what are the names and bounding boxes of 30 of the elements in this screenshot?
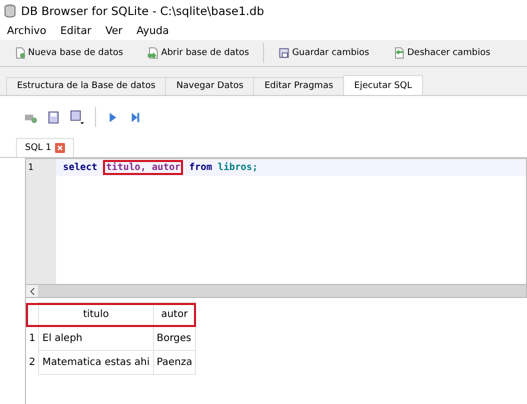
open-file-icon — [147, 47, 160, 59]
toolbar-button[interactable]: Deshacer cambios — [391, 45, 492, 61]
toolbar-button[interactable]: Nueva base de datos — [12, 45, 126, 61]
editor-tab[interactable]: SQL 1 — [16, 138, 74, 157]
save-icon — [278, 47, 290, 59]
undo-icon — [393, 47, 406, 59]
table-cell: Paenza — [153, 350, 196, 374]
toolbar-button[interactable]: Abrir base de datos — [145, 45, 252, 61]
row-number: 2 — [26, 350, 39, 374]
tab[interactable]: Estructura de la Base de datos — [6, 77, 166, 95]
menu-item[interactable]: Archivo — [6, 25, 48, 37]
table-cell: Borges — [153, 326, 196, 350]
table-cell: El aleph — [38, 326, 154, 350]
menu-item[interactable]: Ayuda — [136, 25, 170, 37]
menu-item[interactable]: Ver — [104, 25, 124, 37]
table-cell: Matematica estas ahi — [38, 350, 154, 374]
tab[interactable]: Ejecutar SQL — [343, 75, 423, 95]
menu-item[interactable]: Editar — [59, 25, 92, 37]
database-icon — [4, 4, 16, 18]
column-header[interactable]: titulo — [38, 302, 154, 326]
save-icon[interactable] — [47, 110, 60, 124]
window-title: DB Browser for SQLite - C:\sqlite\base1.db — [21, 4, 264, 18]
row-number: 1 — [26, 326, 39, 350]
line-number: 1 — [28, 163, 34, 173]
step-icon[interactable] — [129, 110, 142, 124]
new-file-icon — [14, 47, 26, 59]
toolbar-button[interactable]: Guardar cambios — [276, 45, 372, 61]
save-as-icon[interactable] — [70, 110, 85, 124]
horizontal-scrollbar[interactable] — [25, 284, 527, 298]
close-icon[interactable] — [55, 143, 66, 153]
